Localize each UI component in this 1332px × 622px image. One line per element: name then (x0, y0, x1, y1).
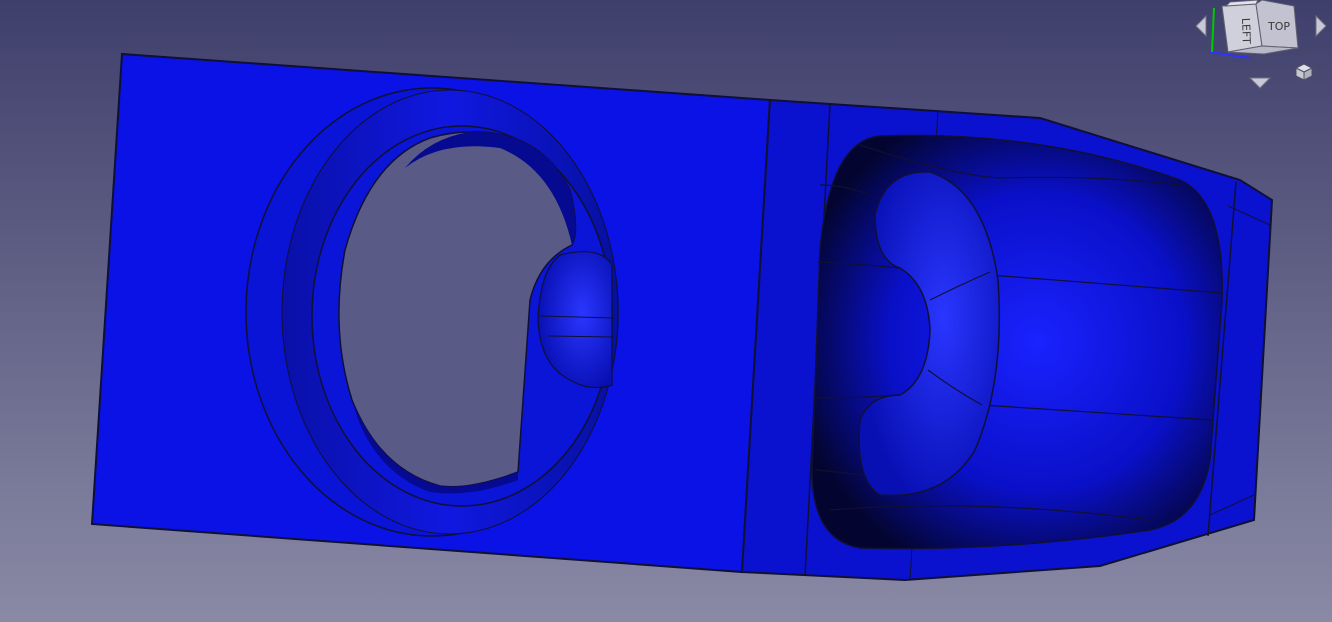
view-menu-cube-icon[interactable] (1294, 63, 1314, 81)
3d-viewport[interactable]: LEFT TOP (0, 0, 1332, 622)
navcube-top-face[interactable]: TOP (1267, 20, 1290, 33)
navigation-cube[interactable]: LEFT TOP (1190, 0, 1332, 92)
model-scene[interactable] (0, 0, 1332, 622)
y-axis-icon (1211, 7, 1215, 53)
navcube-left-face[interactable]: LEFT (1239, 18, 1253, 45)
rotate-right-arrow-icon[interactable] (1315, 14, 1327, 38)
rotate-down-arrow-icon[interactable] (1248, 77, 1272, 89)
rotate-left-arrow-icon[interactable] (1195, 14, 1207, 38)
